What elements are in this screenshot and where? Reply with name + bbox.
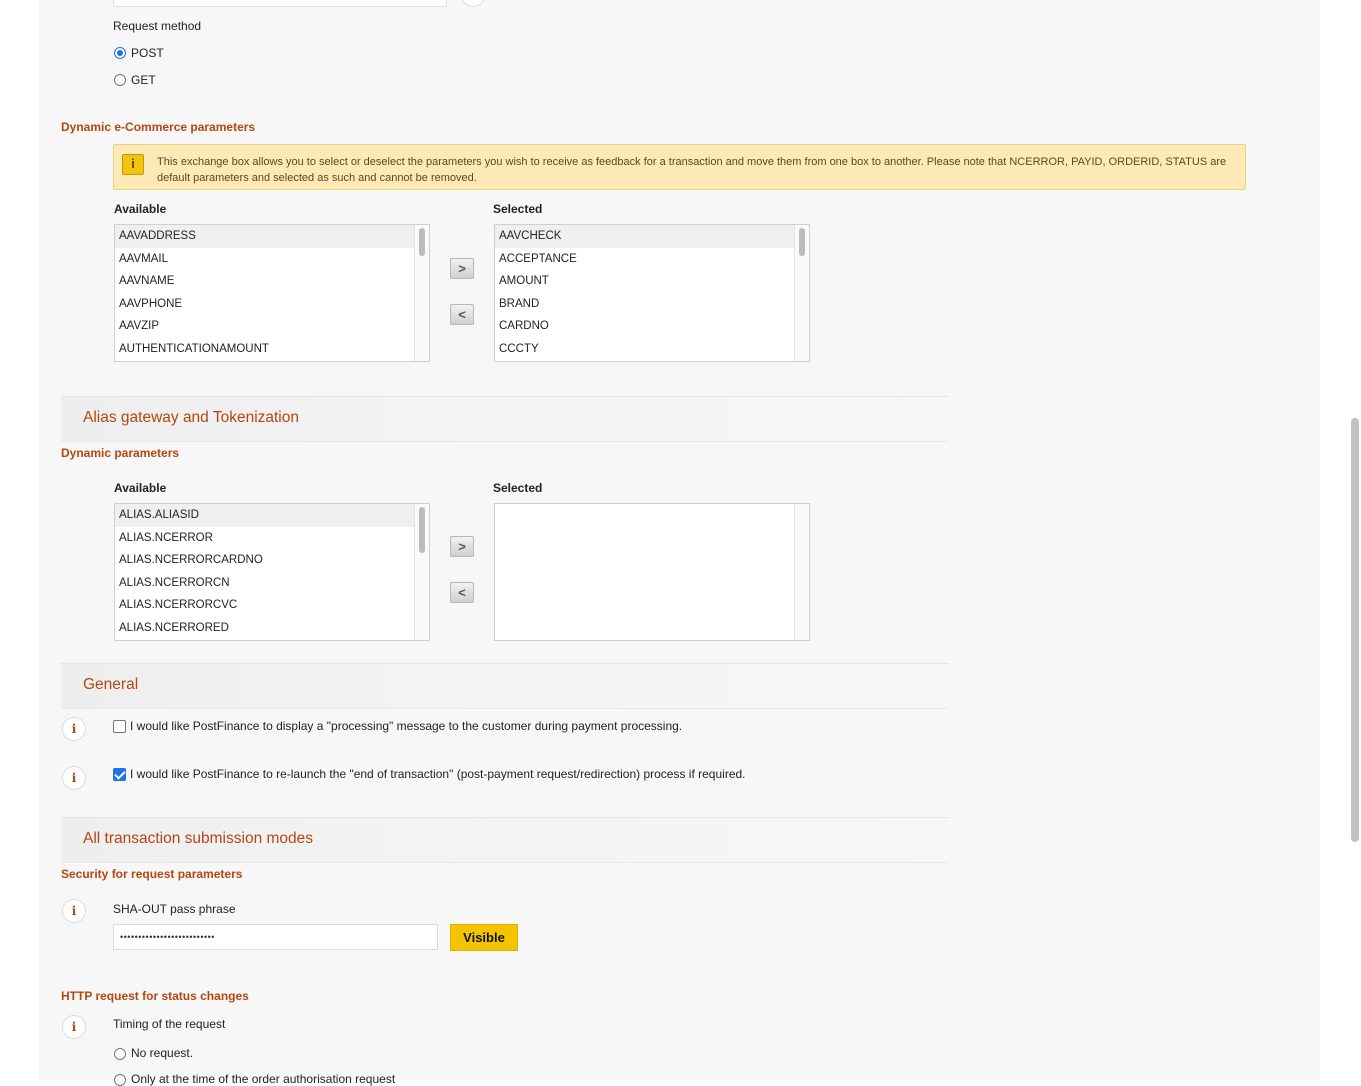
list-item[interactable]: AMOUNT [495,270,809,293]
authorisation-request-radio[interactable] [114,1074,126,1086]
available-label: Available [114,202,167,216]
relaunch-checkbox[interactable] [113,768,126,781]
section-title: All transaction submission modes [83,830,314,847]
move-left-button[interactable]: < [450,304,474,325]
chevron-right-icon: > [458,261,466,276]
dynamic-parameters-title: Dynamic parameters [61,446,180,460]
authorisation-request-label: Only at the time of the order authorisat… [131,1072,396,1086]
info-icon[interactable]: i [62,1015,86,1039]
info-icon[interactable]: i [62,717,86,741]
url-input-partial[interactable] [113,0,447,7]
list-item[interactable]: ALIAS.NCERRORCVC [115,594,429,617]
sha-out-password-input[interactable]: •••••••••••••••••••••••••• [113,924,438,950]
list-item[interactable]: ACCEPTANCE [495,248,809,271]
move-right-button[interactable]: > [450,258,474,279]
list-item[interactable]: AAVMAIL [115,248,429,271]
list-scrollbar[interactable] [794,504,809,640]
list-item[interactable]: ALIAS.NCERRORCARDNO [115,549,429,572]
info-notice: i This exchange box allows you to select… [113,144,1246,190]
selected-label: Selected [493,481,543,495]
selected-label: Selected [493,202,543,216]
list-item[interactable]: AAVZIP [115,315,429,338]
relaunch-label: I would like PostFinance to re-launch th… [130,767,746,781]
post-radio-label: POST [131,46,164,60]
list-scrollbar[interactable] [414,504,429,640]
list-item[interactable]: CARDNO [495,315,809,338]
chevron-left-icon: < [458,585,466,600]
no-request-label: No request. [131,1046,194,1060]
list-item[interactable]: BRAND [495,293,809,316]
list-scrollbar-thumb[interactable] [419,228,425,256]
processing-message-label: I would like PostFinance to display a "p… [130,719,683,733]
request-method-label: Request method [113,19,202,33]
visible-button[interactable]: Visible [450,924,518,951]
list-item[interactable]: AUTHENTICATIONAMOUNT [115,338,429,361]
available-label: Available [114,481,167,495]
ecommerce-selected-list[interactable]: AAVCHECK ACCEPTANCE AMOUNT BRAND CARDNO … [494,224,810,362]
security-title: Security for request parameters [61,867,243,881]
list-item[interactable]: AAVNAME [115,270,429,293]
no-request-radio[interactable] [114,1048,126,1060]
list-item[interactable]: ALIAS.NCERRORCN [115,572,429,595]
list-item[interactable]: AAVPHONE [115,293,429,316]
list-scrollbar[interactable] [794,225,809,361]
section-header-general: General [61,663,949,709]
list-item[interactable]: ALIAS.ALIASID [115,504,429,527]
page-scrollbar-thumb[interactable] [1351,418,1359,842]
info-icon[interactable]: i [62,899,86,923]
sha-out-label: SHA-OUT pass phrase [113,902,236,916]
move-left-button[interactable]: < [450,582,474,603]
chevron-right-icon: > [458,539,466,554]
list-item[interactable]: CCCTY [495,338,809,361]
get-radio-label: GET [131,73,156,87]
alias-selected-list[interactable] [494,503,810,641]
section-title: Alias gateway and Tokenization [83,409,299,426]
notice-text: This exchange box allows you to select o… [157,156,1227,184]
section-header-alias: Alias gateway and Tokenization [61,396,949,442]
section-header-transaction-modes: All transaction submission modes [61,817,949,863]
http-request-title: HTTP request for status changes [61,989,249,1003]
move-right-button[interactable]: > [450,536,474,557]
info-icon[interactable]: i [62,766,86,790]
get-radio[interactable] [114,74,126,86]
info-notice-icon: i [122,154,144,175]
list-scrollbar-thumb[interactable] [799,228,805,256]
list-scrollbar-thumb[interactable] [419,507,425,553]
list-item[interactable]: AAVADDRESS [115,225,429,248]
chevron-left-icon: < [458,307,466,322]
timing-label: Timing of the request [113,1017,226,1031]
list-item[interactable]: ALIAS.NCERRORED [115,617,429,640]
ecommerce-available-list[interactable]: AAVADDRESS AAVMAIL AAVNAME AAVPHONE AAVZ… [114,224,430,362]
dynamic-ecommerce-title: Dynamic e-Commerce parameters [61,120,256,134]
section-title: General [83,676,139,693]
post-radio[interactable] [114,47,126,59]
list-item[interactable]: AAVCHECK [495,225,809,248]
list-scrollbar[interactable] [414,225,429,361]
list-item[interactable]: ALIAS.NCERROR [115,527,429,550]
alias-available-list[interactable]: ALIAS.ALIASID ALIAS.NCERROR ALIAS.NCERRO… [114,503,430,641]
processing-message-checkbox[interactable] [113,720,126,733]
